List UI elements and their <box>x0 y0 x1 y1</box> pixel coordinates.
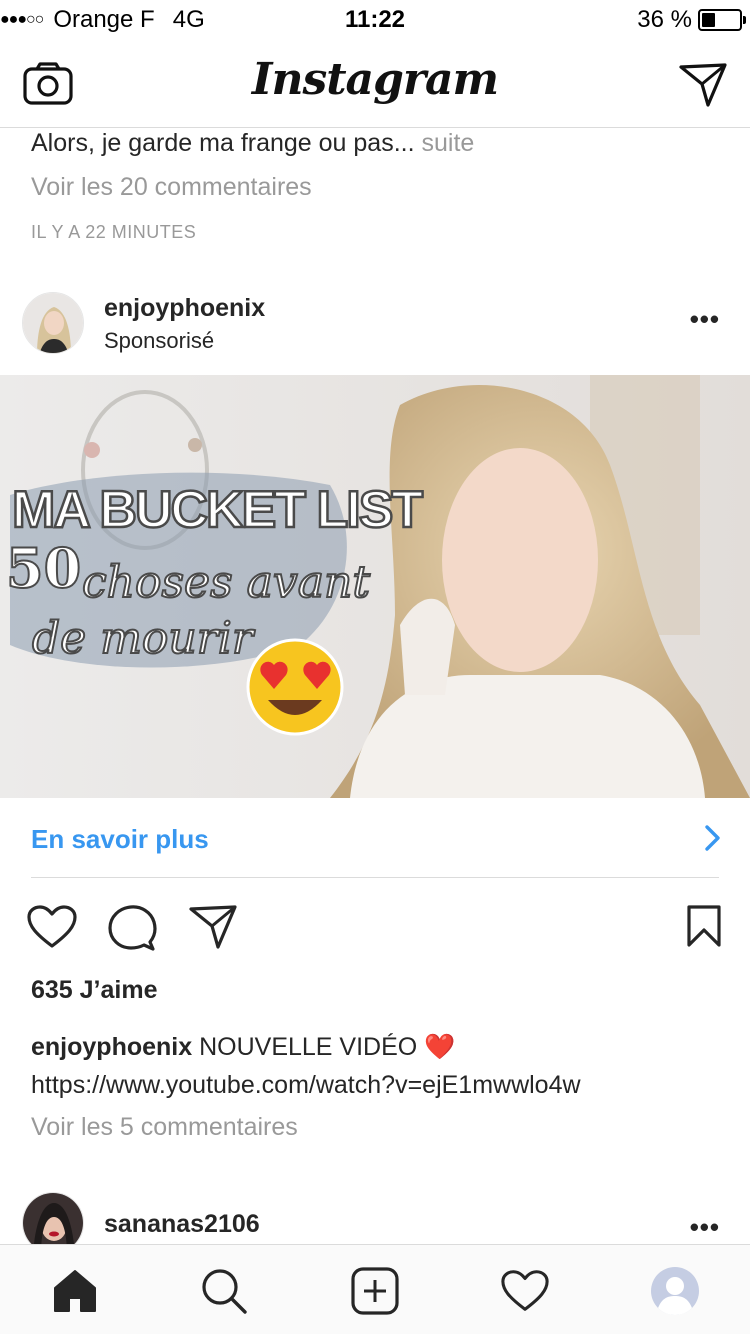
post-header: enjoyphoenix Sponsorisé ••• <box>0 286 750 376</box>
post-image[interactable]: MA BUCKET LIST 50 choses avant de mourir <box>0 375 750 798</box>
view-comments-link[interactable]: Voir les 20 commentaires <box>31 173 312 202</box>
more-options-icon[interactable]: ••• <box>690 1212 720 1243</box>
image-title-line3: de mourir <box>32 613 256 664</box>
share-icon[interactable] <box>188 904 238 955</box>
heart-icon[interactable] <box>26 904 78 955</box>
post-timestamp: IL Y A 22 MINUTES <box>31 222 197 242</box>
battery-fill <box>702 13 715 27</box>
activity-heart-icon[interactable] <box>499 1265 551 1317</box>
post-username[interactable]: enjoyphoenix <box>104 294 265 323</box>
next-post-header: sananas2106 ••• <box>0 1190 750 1244</box>
image-title-number: 50 <box>6 536 81 600</box>
likes-count[interactable]: 635 J’aime <box>31 976 158 1005</box>
status-bar: ●●●○○ Orange F 4G 11:22 36 % <box>0 0 750 40</box>
previous-post-caption: Alors, je garde ma frange ou pas... suit… <box>31 128 474 158</box>
avatar[interactable] <box>22 1192 84 1244</box>
learn-more-label[interactable]: En savoir plus <box>31 824 209 855</box>
comment-icon[interactable] <box>106 904 158 957</box>
bookmark-icon[interactable] <box>686 904 722 953</box>
profile-icon[interactable] <box>649 1265 701 1317</box>
battery-percent: 36 % <box>637 6 692 33</box>
caption-more-link[interactable]: suite <box>422 129 475 157</box>
instagram-logo: Instagram <box>251 54 499 105</box>
caption-username[interactable]: enjoyphoenix <box>31 1033 192 1061</box>
post-actions <box>0 898 750 958</box>
caption-link[interactable]: https://www.youtube.com/watch?v=ejE1mwwl… <box>31 1071 581 1099</box>
direct-message-icon[interactable] <box>678 62 728 113</box>
image-title-line1: MA BUCKET LIST <box>12 481 423 539</box>
previous-caption-text: Alors, je garde ma frange ou pas... <box>31 129 415 157</box>
cta-divider <box>31 877 719 878</box>
more-options-icon[interactable]: ••• <box>690 304 720 335</box>
image-title-line2: choses avant <box>82 557 370 608</box>
home-icon[interactable] <box>49 1265 101 1317</box>
post-caption: enjoyphoenix NOUVELLE VIDÉO ❤️ https://w… <box>31 1028 721 1104</box>
caption-text: NOUVELLE VIDÉO ❤️ <box>199 1033 456 1061</box>
avatar[interactable] <box>22 292 84 354</box>
search-icon[interactable] <box>198 1265 250 1317</box>
chevron-right-icon[interactable] <box>704 824 722 857</box>
bottom-tab-bar <box>0 1244 750 1334</box>
battery-icon <box>698 9 746 31</box>
status-right: 36 % <box>637 6 746 34</box>
post-username[interactable]: sananas2106 <box>104 1210 260 1239</box>
feed[interactable]: Alors, je garde ma frange ou pas... suit… <box>0 128 750 1244</box>
sponsored-label: Sponsorisé <box>104 328 215 353</box>
view-comments-link[interactable]: Voir les 5 commentaires <box>31 1113 298 1142</box>
top-navigation-bar: Instagram <box>0 40 750 128</box>
heart-eyes-emoji <box>246 638 344 736</box>
add-post-icon[interactable] <box>349 1265 401 1317</box>
learn-more-cta[interactable]: En savoir plus <box>0 798 750 878</box>
